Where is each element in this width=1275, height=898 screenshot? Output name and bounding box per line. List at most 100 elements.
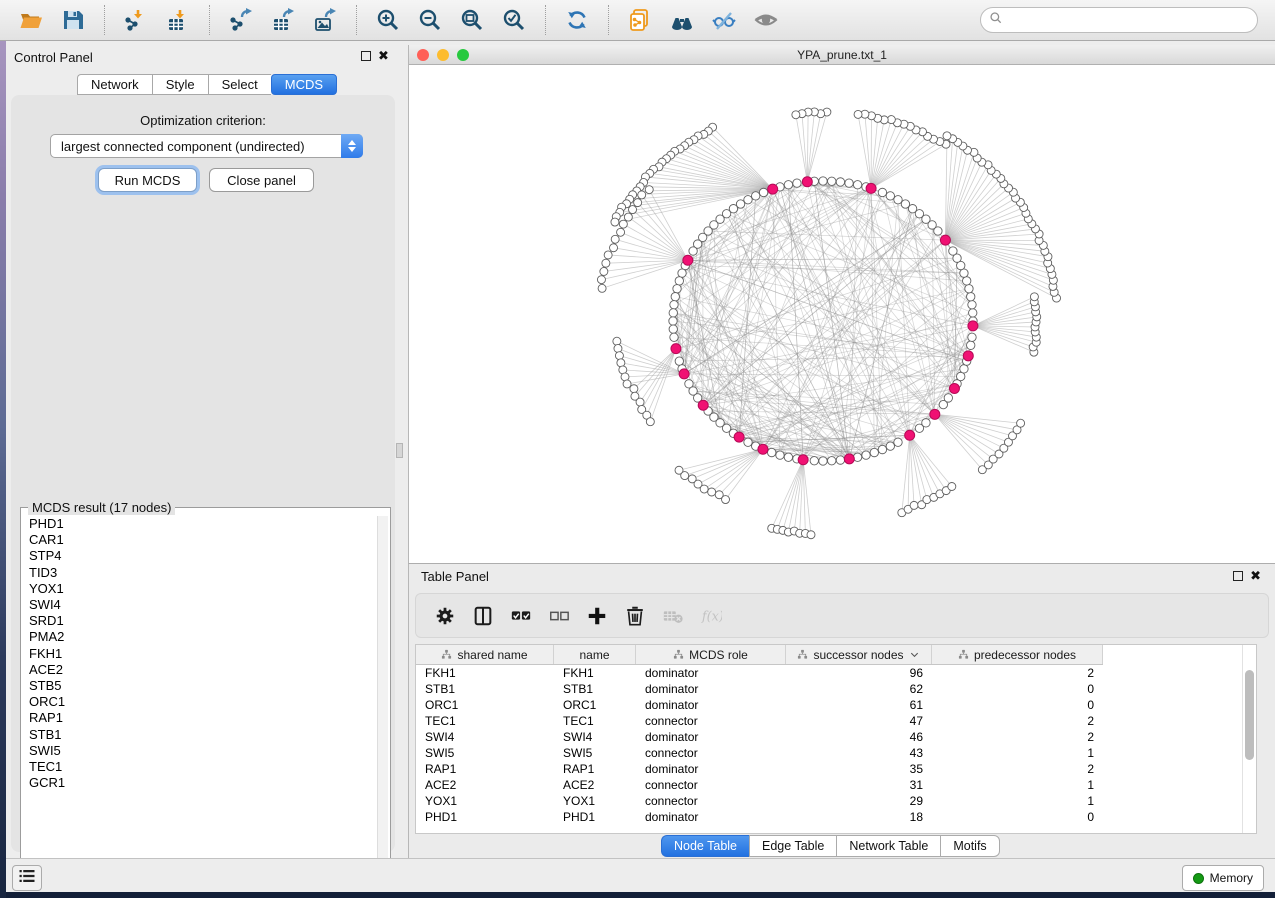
table-cell[interactable]: TEC1	[554, 713, 636, 729]
tab-network-table[interactable]: Network Table	[836, 835, 940, 857]
table-cell[interactable]: 0	[932, 697, 1103, 713]
mcds-result-item[interactable]: STB5	[23, 678, 375, 694]
table-row[interactable]: SWI4SWI4dominator462	[416, 729, 1256, 745]
trash-icon[interactable]	[622, 603, 648, 629]
table-cell[interactable]: 1	[932, 777, 1103, 793]
network-view-canvas[interactable]	[409, 65, 1275, 563]
save-icon[interactable]	[60, 7, 86, 33]
table-cell[interactable]: dominator	[636, 697, 786, 713]
binoculars-icon[interactable]	[669, 7, 695, 33]
mcds-result-item[interactable]: RAP1	[23, 710, 375, 726]
table-cell[interactable]: connector	[636, 793, 786, 809]
table-cell[interactable]: dominator	[636, 729, 786, 745]
mcds-result-item[interactable]: STP4	[23, 548, 375, 564]
select-all-icon[interactable]	[508, 603, 534, 629]
share-document-icon[interactable]	[627, 7, 653, 33]
table-cell[interactable]: 47	[786, 713, 932, 729]
table-row[interactable]: YOX1YOX1connector291	[416, 793, 1256, 809]
zoom-in-icon[interactable]	[375, 7, 401, 33]
columns-icon[interactable]	[470, 603, 496, 629]
table-cell[interactable]: RAP1	[416, 761, 554, 777]
table-cell[interactable]: dominator	[636, 761, 786, 777]
mcds-result-item[interactable]: GCR1	[23, 775, 375, 791]
table-cell[interactable]: 43	[786, 745, 932, 761]
network-window-titlebar[interactable]: YPA_prune.txt_1	[409, 45, 1275, 65]
search-input[interactable]	[1008, 12, 1249, 28]
glasses-slash-icon[interactable]	[711, 7, 737, 33]
table-cell[interactable]: FKH1	[416, 665, 554, 681]
mcds-result-item[interactable]: YOX1	[23, 581, 375, 597]
mcds-result-item[interactable]: FKH1	[23, 646, 375, 662]
tab-edge-table[interactable]: Edge Table	[749, 835, 836, 857]
zoom-selected-icon[interactable]	[501, 7, 527, 33]
zoom-out-icon[interactable]	[417, 7, 443, 33]
table-cell[interactable]: 0	[932, 809, 1103, 825]
deselect-all-icon[interactable]	[546, 603, 572, 629]
tab-style[interactable]: Style	[152, 74, 208, 95]
table-cell[interactable]: 1	[932, 793, 1103, 809]
mcds-result-item[interactable]: TEC1	[23, 759, 375, 775]
network-graph[interactable]	[409, 65, 1275, 563]
column-header-MCDS-role[interactable]: MCDS role	[636, 645, 786, 664]
table-cell[interactable]: 29	[786, 793, 932, 809]
refresh-icon[interactable]	[564, 7, 590, 33]
column-header-successor-nodes[interactable]: successor nodes	[786, 645, 932, 664]
search-box[interactable]	[980, 7, 1258, 33]
eye-icon[interactable]	[753, 7, 779, 33]
table-cell[interactable]: ACE2	[554, 777, 636, 793]
import-network-icon[interactable]	[123, 7, 149, 33]
tab-network[interactable]: Network	[77, 74, 152, 95]
table-cell[interactable]: 62	[786, 681, 932, 697]
table-row[interactable]: SWI5SWI5connector431	[416, 745, 1256, 761]
table-cell[interactable]: 2	[932, 729, 1103, 745]
close-panel-button[interactable]: Close panel	[209, 168, 314, 192]
mcds-result-item[interactable]: PHD1	[23, 516, 375, 532]
table-scrollbar[interactable]	[1242, 645, 1256, 833]
close-panel-icon[interactable]: ✖	[378, 51, 389, 61]
table-cell[interactable]: PHD1	[554, 809, 636, 825]
mcds-result-item[interactable]: SWI5	[23, 743, 375, 759]
table-cell[interactable]: connector	[636, 745, 786, 761]
float-table-panel-icon[interactable]	[1233, 571, 1243, 581]
table-row[interactable]: TEC1TEC1connector472	[416, 713, 1256, 729]
table-cell[interactable]: 96	[786, 665, 932, 681]
import-table-icon[interactable]	[165, 7, 191, 33]
table-scrollbar-thumb[interactable]	[1245, 670, 1254, 760]
table-row[interactable]: RAP1RAP1dominator352	[416, 761, 1256, 777]
mcds-result-item[interactable]: SWI4	[23, 597, 375, 613]
table-cell[interactable]: 1	[932, 745, 1103, 761]
zoom-fit-icon[interactable]	[459, 7, 485, 33]
settings-gear-icon[interactable]	[432, 603, 458, 629]
table-row[interactable]: ACE2ACE2connector311	[416, 777, 1256, 793]
table-cell[interactable]: dominator	[636, 681, 786, 697]
tab-motifs[interactable]: Motifs	[940, 835, 999, 857]
table-cell[interactable]: SWI5	[416, 745, 554, 761]
table-cell[interactable]: ORC1	[416, 697, 554, 713]
mcds-result-item[interactable]: CAR1	[23, 532, 375, 548]
export-table-icon[interactable]	[270, 7, 296, 33]
table-cell[interactable]: 31	[786, 777, 932, 793]
mcds-result-item[interactable]: ORC1	[23, 694, 375, 710]
table-cell[interactable]: connector	[636, 713, 786, 729]
split-divider-handle[interactable]	[396, 443, 403, 458]
table-cell[interactable]: RAP1	[554, 761, 636, 777]
table-cell[interactable]: 2	[932, 665, 1103, 681]
close-table-panel-icon[interactable]: ✖	[1250, 571, 1261, 581]
column-header-predecessor-nodes[interactable]: predecessor nodes	[932, 645, 1103, 664]
table-cell[interactable]: ACE2	[416, 777, 554, 793]
optimization-criterion-dropdown[interactable]: largest connected component (undirected)	[50, 134, 363, 158]
tab-select[interactable]: Select	[208, 74, 271, 95]
mcds-result-item[interactable]: TID3	[23, 565, 375, 581]
table-row[interactable]: PHD1PHD1dominator180	[416, 809, 1256, 825]
table-cell[interactable]: FKH1	[554, 665, 636, 681]
table-cell[interactable]: SWI5	[554, 745, 636, 761]
table-cell[interactable]: 61	[786, 697, 932, 713]
table-cell[interactable]: TEC1	[416, 713, 554, 729]
table-cell[interactable]: 2	[932, 713, 1103, 729]
table-cell[interactable]: YOX1	[416, 793, 554, 809]
column-header-name[interactable]: name	[554, 645, 636, 664]
table-cell[interactable]: 0	[932, 681, 1103, 697]
table-cell[interactable]: connector	[636, 777, 786, 793]
tab-mcds[interactable]: MCDS	[271, 74, 337, 95]
table-cell[interactable]: PHD1	[416, 809, 554, 825]
